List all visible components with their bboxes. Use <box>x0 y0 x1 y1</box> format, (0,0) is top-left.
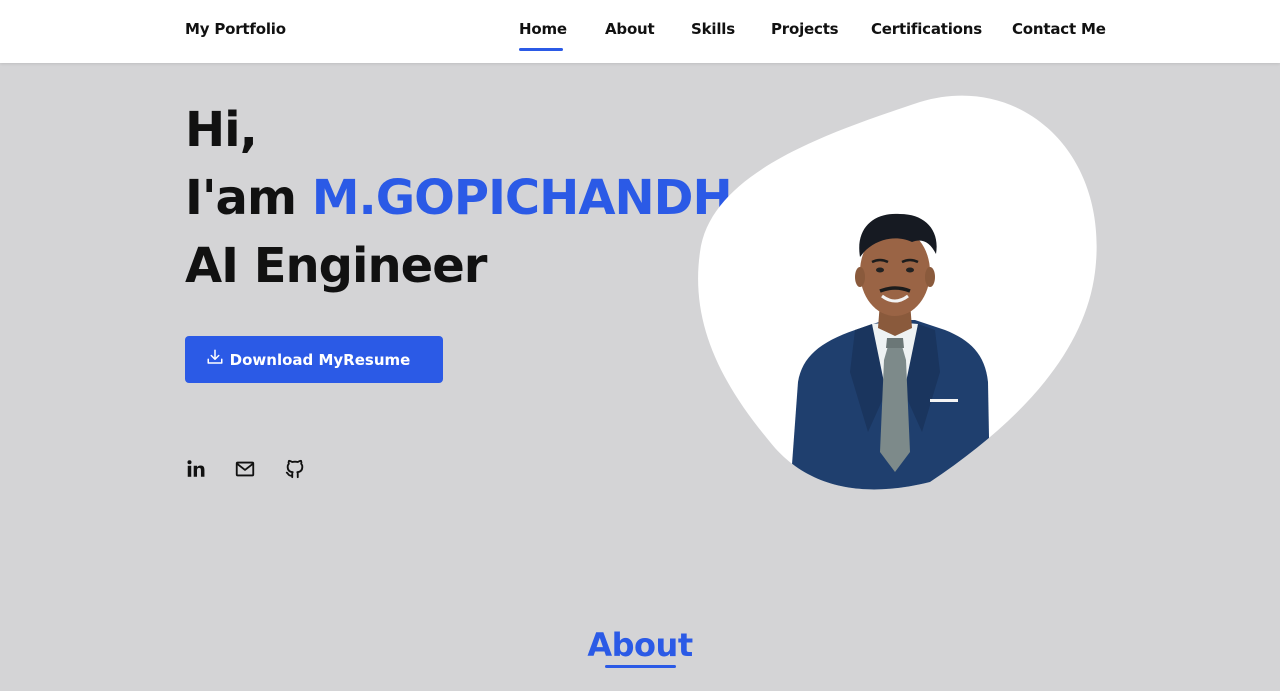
profile-photo <box>690 92 1100 492</box>
nav-link-home[interactable]: Home <box>519 20 567 38</box>
download-resume-button[interactable]: Download MyResume <box>185 336 443 383</box>
nav-link-projects[interactable]: Projects <box>771 20 839 38</box>
nav-link-about[interactable]: About <box>605 20 655 38</box>
about-section-heading: About <box>587 626 693 664</box>
brand-logo[interactable]: My Portfolio <box>185 20 286 38</box>
hero-greeting: Hi, <box>185 102 258 158</box>
navbar: My Portfolio Home About Skills Projects … <box>0 0 1280 63</box>
hero-intro: I'am M.GOPICHANDH <box>185 174 733 222</box>
download-icon <box>207 349 223 364</box>
mail-icon[interactable] <box>234 458 256 480</box>
linkedin-icon[interactable] <box>185 458 207 480</box>
nav-link-contact[interactable]: Contact Me <box>1012 20 1106 38</box>
hero-role: AI Engineer <box>185 238 487 294</box>
github-icon[interactable] <box>284 458 306 480</box>
nav-link-certifications[interactable]: Certifications <box>871 20 982 38</box>
nav-link-skills[interactable]: Skills <box>691 20 735 38</box>
download-resume-label: Download MyResume <box>229 350 411 369</box>
hero-intro-prefix: I'am <box>185 170 297 226</box>
profile-blob <box>698 95 1097 490</box>
hero-name: M.GOPICHANDH <box>311 170 733 226</box>
active-nav-indicator <box>519 48 563 51</box>
about-heading-underline <box>605 665 676 668</box>
